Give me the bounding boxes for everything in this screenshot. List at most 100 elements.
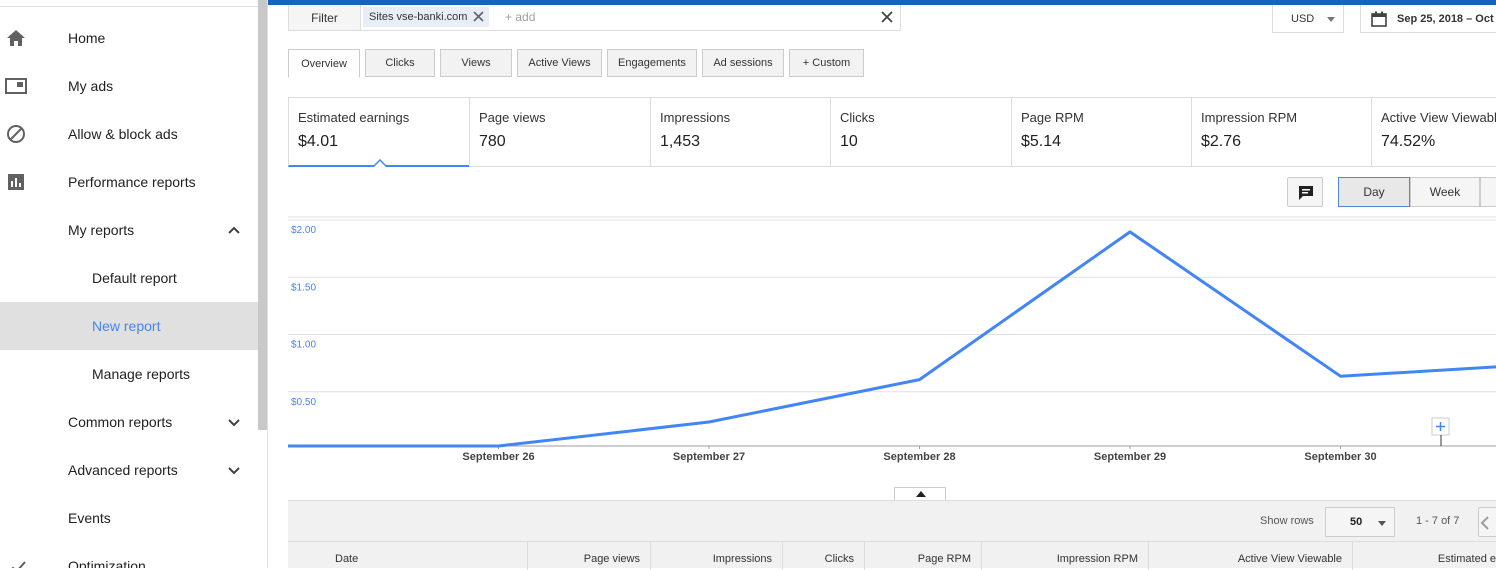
metric-value: $2.76 xyxy=(1201,133,1242,150)
column-header-impression-rpm[interactable]: Impression RPM xyxy=(982,542,1149,570)
y-tick-label: $1.50 xyxy=(291,282,316,293)
collapse-chart-handle[interactable] xyxy=(894,487,946,500)
add-annotation-marker[interactable] xyxy=(1431,417,1450,446)
column-header-impressions[interactable]: Impressions xyxy=(651,542,783,570)
x-tick-label: September 28 xyxy=(883,451,955,463)
sidebar-item-allow-block-ads[interactable]: Allow & block ads xyxy=(0,110,258,158)
tab-ad-sessions[interactable]: Ad sessions xyxy=(702,49,784,77)
sidebar-item-label: Home xyxy=(68,30,106,46)
metric-impression-rpm[interactable]: Impression RPM $2.76 xyxy=(1191,98,1371,167)
metric-active-view-viewable[interactable]: Active View Viewable 74.52% xyxy=(1371,98,1496,167)
sidebar-top-divider xyxy=(0,6,262,7)
column-header-date[interactable]: Date xyxy=(288,542,528,570)
chevron-up-icon[interactable] xyxy=(226,223,242,237)
metric-label: Impression RPM xyxy=(1201,110,1298,125)
metric-label: Page views xyxy=(479,110,546,125)
sidebar-item-my-reports[interactable]: My reports xyxy=(0,206,258,254)
close-icon[interactable] xyxy=(472,10,485,23)
earnings-series-line[interactable] xyxy=(288,230,1496,448)
chevron-down-icon[interactable] xyxy=(226,463,242,477)
currency-select[interactable]: USD xyxy=(1272,5,1344,33)
x-tick-label: September 26 xyxy=(462,451,534,463)
sidebar-item-advanced-reports[interactable]: Advanced reports xyxy=(0,446,258,494)
sidebar-item-home[interactable]: Home xyxy=(0,14,258,62)
column-header-page-rpm[interactable]: Page RPM xyxy=(865,542,982,570)
filter-add-input[interactable]: + add xyxy=(505,10,535,24)
filter-chip[interactable]: Sites vse-banki.com xyxy=(363,7,490,27)
sidebar-item-label: Default report xyxy=(92,270,177,286)
sidebar-item-label: Performance reports xyxy=(68,174,196,190)
tab-engagements[interactable]: Engagements xyxy=(607,49,697,77)
column-header-page-views[interactable]: Page views xyxy=(528,542,651,570)
tab-active-views[interactable]: Active Views xyxy=(517,49,602,77)
date-range-picker[interactable]: Sep 25, 2018 – Oct xyxy=(1360,5,1496,33)
calendar-icon xyxy=(1371,11,1387,27)
metric-cards: Estimated earnings $4.01 Page views 780 … xyxy=(288,97,1496,167)
period-week-button[interactable]: Week xyxy=(1410,177,1480,207)
filter-button[interactable]: Filter xyxy=(289,5,361,30)
sidebar-item-label: Manage reports xyxy=(92,366,191,382)
sidebar-item-label: New report xyxy=(92,318,161,334)
metric-impressions[interactable]: Impressions 1,453 xyxy=(650,98,830,167)
tab-overview[interactable]: Overview xyxy=(288,49,360,78)
sidebar-item-my-ads[interactable]: My ads xyxy=(0,62,258,110)
filter-chip-label: Sites vse-banki.com xyxy=(369,11,468,23)
metric-estimated-earnings[interactable]: Estimated earnings $4.01 xyxy=(288,98,469,167)
sidebar-item-label: Events xyxy=(68,510,111,526)
y-tick-label: $0.50 xyxy=(291,397,316,408)
dropdown-arrow-icon xyxy=(1327,17,1335,22)
sidebar-item-label: Optimization xyxy=(68,558,146,568)
annotations-button[interactable] xyxy=(1287,177,1323,207)
ad-unit-icon xyxy=(5,78,27,94)
sidebar-item-new-report[interactable]: New report xyxy=(0,302,258,350)
metric-value: 10 xyxy=(840,133,858,150)
table-header-row: Date Page views Impressions Clicks Page … xyxy=(288,541,1496,570)
bar-chart-icon xyxy=(8,174,24,190)
sidebar-item-label: Advanced reports xyxy=(68,462,178,478)
sidebar-item-label: Common reports xyxy=(68,414,173,430)
block-icon xyxy=(7,125,25,143)
column-header-estimated-earnings[interactable]: Estimated e xyxy=(1353,542,1496,570)
y-tick-label: $1.00 xyxy=(291,340,316,351)
rows-per-page-select[interactable]: 50 xyxy=(1325,507,1395,537)
sidebar-item-label: Allow & block ads xyxy=(68,126,178,142)
column-header-active-view-viewable[interactable]: Active View Viewable xyxy=(1149,542,1353,570)
report-table: Show rows 50 1 - 7 of 7 Date Page views … xyxy=(288,500,1496,570)
column-header-clicks[interactable]: Clicks xyxy=(783,542,865,570)
rows-per-page-value: 50 xyxy=(1350,516,1363,528)
metric-label: Clicks xyxy=(840,110,875,125)
chevron-left-icon xyxy=(1480,516,1489,530)
metric-page-views[interactable]: Page views 780 xyxy=(469,98,650,167)
metric-page-rpm[interactable]: Page RPM $5.14 xyxy=(1011,98,1191,167)
comment-icon xyxy=(1299,186,1313,200)
chart-grid xyxy=(288,216,1496,447)
tab-views[interactable]: Views xyxy=(440,49,512,77)
tab-custom[interactable]: + Custom xyxy=(789,49,864,77)
sidebar-item-label: My reports xyxy=(68,222,135,238)
x-tick-label: September 29 xyxy=(1094,451,1166,463)
tab-clicks[interactable]: Clicks xyxy=(365,49,435,77)
clear-filter-icon[interactable] xyxy=(880,10,894,24)
sidebar-item-performance-reports[interactable]: Performance reports xyxy=(0,158,258,206)
metric-clicks[interactable]: Clicks 10 xyxy=(830,98,1011,167)
sidebar-item-optimization[interactable]: Optimization xyxy=(0,542,258,568)
metric-label: Impressions xyxy=(660,110,731,125)
x-tick-label: September 30 xyxy=(1304,451,1376,463)
sidebar-item-label: My ads xyxy=(68,78,114,94)
home-icon xyxy=(7,30,25,46)
period-day-button[interactable]: Day xyxy=(1338,177,1410,207)
previous-page-button[interactable] xyxy=(1478,507,1496,537)
metric-value: 1,453 xyxy=(660,133,701,150)
sidebar-item-events[interactable]: Events xyxy=(0,494,258,542)
sidebar-item-common-reports[interactable]: Common reports xyxy=(0,398,258,446)
show-rows-label: Show rows xyxy=(1260,515,1314,527)
metric-value: $4.01 xyxy=(298,133,339,150)
period-more-button[interactable] xyxy=(1480,177,1496,207)
chevron-down-icon[interactable] xyxy=(226,415,242,429)
pagination-text: 1 - 7 of 7 xyxy=(1416,515,1460,527)
dropdown-arrow-icon xyxy=(1378,521,1386,526)
sidebar-item-manage-reports[interactable]: Manage reports xyxy=(0,350,258,398)
filter-bar: Filter Sites vse-banki.com + add xyxy=(288,5,901,31)
sidebar-item-default-report[interactable]: Default report xyxy=(0,254,258,302)
sidebar-scrollbar[interactable] xyxy=(258,0,267,430)
